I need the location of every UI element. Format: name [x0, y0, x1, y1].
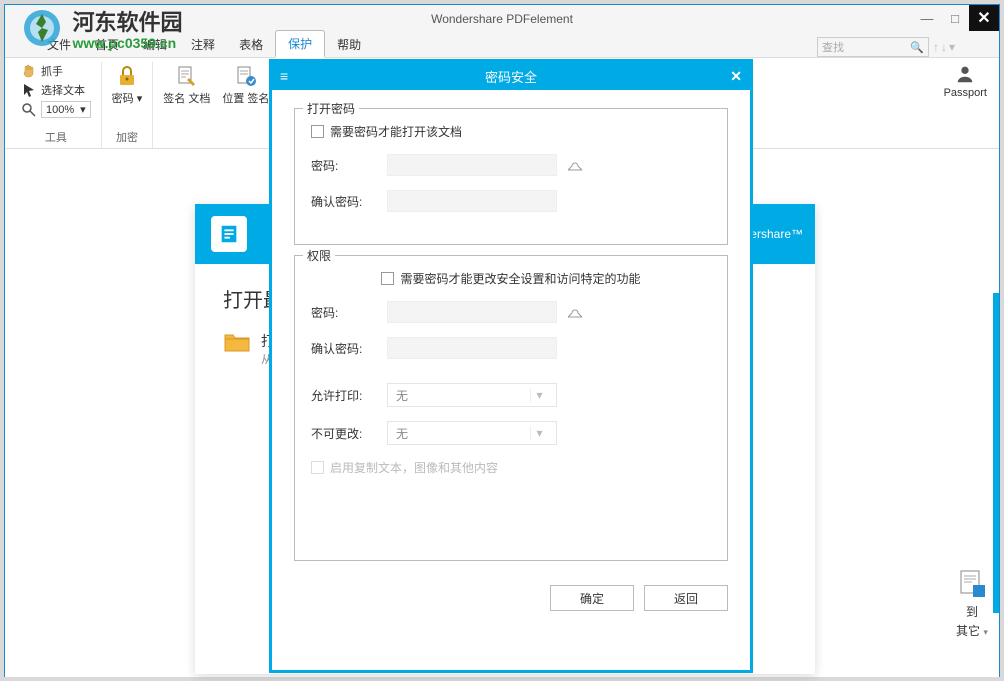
tool-sign-doc[interactable]: 签名 文档 [159, 62, 214, 143]
chevron-down-icon: ▾ [530, 426, 548, 440]
passport-button[interactable]: Passport [944, 63, 987, 99]
search-icon: 🔍 [910, 41, 924, 54]
open-confirm-input[interactable] [387, 190, 557, 212]
group-encrypt-label: 加密 [116, 127, 138, 148]
tool-zoom[interactable]: 100%▾ [17, 100, 95, 119]
open-password-section: 打开密码 需要密码才能打开该文档 密码: 确认密码: [294, 108, 728, 245]
app-title: Wondershare PDFelement [431, 12, 573, 26]
title-bar: Wondershare PDFelement — □ ✕ [5, 5, 999, 33]
perm-password-input[interactable] [387, 301, 557, 323]
chevron-down-icon: ▾ [983, 627, 988, 637]
password-security-dialog: ≡ 密码安全 ✕ 打开密码 需要密码才能打开该文档 密码: 确认密码: [269, 59, 753, 673]
tool-select-text[interactable]: 选择文本 [17, 81, 95, 99]
open-confirm-label: 确认密码: [311, 193, 379, 210]
enable-copy-checkbox[interactable] [311, 461, 324, 474]
user-icon [954, 63, 976, 85]
dialog-title: 密码安全 [485, 67, 537, 86]
back-button[interactable]: 返回 [644, 585, 728, 611]
minimize-button[interactable]: — [913, 5, 941, 31]
permission-section: 权限 需要密码才能更改安全设置和访问特定的功能 密码: 确认密码: 允许打印: … [294, 255, 728, 561]
close-button[interactable]: ✕ [969, 5, 999, 31]
perm-confirm-input[interactable] [387, 337, 557, 359]
perm-confirm-label: 确认密码: [311, 340, 379, 357]
nav-down-icon[interactable]: ↓ [941, 40, 947, 54]
perm-password-label: 密码: [311, 304, 379, 321]
menu-annotate[interactable]: 注释 [179, 32, 227, 57]
cursor-icon [21, 82, 37, 98]
nav-up-icon[interactable]: ↑ [933, 40, 939, 54]
sign-doc-icon [175, 64, 199, 88]
menu-table[interactable]: 表格 [227, 32, 275, 57]
right-edge-strip [993, 293, 999, 613]
show-perm-password-icon[interactable] [565, 303, 585, 321]
menu-edit[interactable]: 编辑 [131, 32, 179, 57]
no-change-select[interactable]: 无 ▾ [387, 421, 557, 445]
lock-icon [115, 64, 139, 88]
need-open-password-label: 需要密码才能打开该文档 [330, 123, 462, 140]
menu-help[interactable]: 帮助 [325, 32, 373, 57]
ok-button[interactable]: 确定 [550, 585, 634, 611]
perm-section-legend: 权限 [303, 247, 335, 264]
need-perm-password-checkbox[interactable] [381, 272, 394, 285]
tool-location-sig[interactable]: 位置 签名 [218, 62, 273, 143]
menu-home[interactable]: 首页 [83, 32, 131, 57]
nav-menu-icon[interactable]: ▾ [949, 40, 955, 54]
search-input[interactable]: 查找 🔍 [817, 37, 929, 57]
group-tools-label: 工具 [45, 127, 67, 148]
enable-copy-label: 启用复制文本，图像和其他内容 [330, 459, 498, 476]
allow-print-label: 允许打印: [311, 387, 379, 404]
menu-protect[interactable]: 保护 [275, 30, 325, 58]
open-password-label: 密码: [311, 157, 379, 174]
show-password-icon[interactable] [565, 156, 585, 174]
search-placeholder: 查找 [822, 39, 844, 55]
maximize-button[interactable]: □ [941, 5, 969, 31]
need-open-password-checkbox[interactable] [311, 125, 324, 138]
no-change-label: 不可更改: [311, 425, 379, 442]
doc-icon [211, 216, 247, 252]
menu-file[interactable]: 文件 [35, 32, 83, 57]
dialog-close-button[interactable]: ✕ [730, 68, 742, 85]
tool-grab[interactable]: 抓手 [17, 62, 95, 80]
need-perm-password-label: 需要密码才能更改安全设置和访问特定的功能 [400, 270, 640, 287]
chevron-down-icon: ▾ [137, 93, 143, 105]
dialog-menu-icon[interactable]: ≡ [272, 68, 296, 84]
chevron-down-icon: ▾ [80, 103, 86, 116]
allow-print-select[interactable]: 无 ▾ [387, 383, 557, 407]
open-password-input[interactable] [387, 154, 557, 176]
hand-icon [21, 63, 37, 79]
tool-password[interactable]: 密码 ▾ [108, 62, 147, 127]
folder-icon [223, 331, 251, 353]
chevron-down-icon: ▾ [530, 388, 548, 402]
dialog-titlebar: ≡ 密码安全 ✕ [272, 62, 750, 90]
convert-icon [955, 567, 989, 601]
location-sig-icon [234, 64, 258, 88]
magnifier-icon [21, 102, 37, 118]
convert-to-other-button[interactable]: 到 其它 ▾ [955, 567, 989, 639]
open-section-legend: 打开密码 [303, 100, 359, 117]
